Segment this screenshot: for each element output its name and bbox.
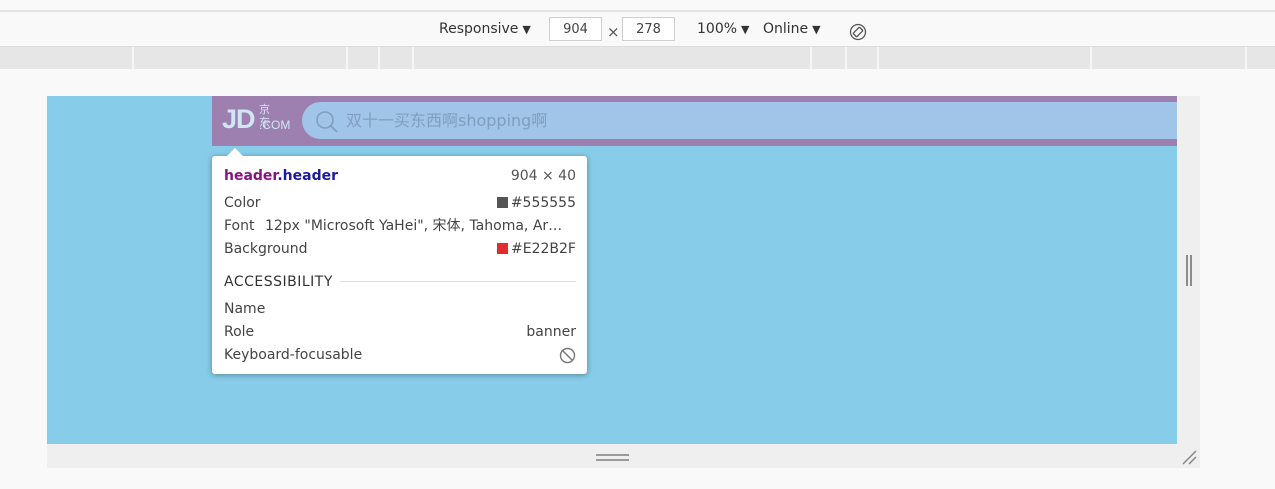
color-swatch [496, 197, 508, 208]
name-label: Name [224, 301, 266, 317]
search-bar[interactable]: 双十一买东西啊shopping啊 [302, 102, 1177, 139]
logo-jd-text: JD [222, 104, 256, 134]
zoom-select-label: 100% [697, 21, 738, 37]
tooltip-name-row: Name [224, 299, 576, 319]
resize-handle-bottom-line [596, 459, 629, 461]
color-label: Color [224, 195, 261, 211]
inspect-tooltip: header.header 904 × 40 Color #555555 Fon… [212, 148, 587, 374]
resize-corner-icon[interactable] [1181, 449, 1197, 469]
network-throttle-select[interactable]: Online ▼ [763, 12, 821, 46]
tooltip-font-row: Font 12px "Microsoft YaHei", 宋体, Tahoma,… [224, 216, 576, 236]
network-select-label: Online [763, 21, 809, 37]
color-value: #555555 [510, 195, 576, 211]
device-select[interactable]: Responsive ▼ [439, 12, 531, 46]
element-size: 904 × 40 [510, 168, 576, 184]
accessibility-divider [340, 281, 576, 282]
not-allowed-icon [559, 347, 576, 370]
tooltip-keyboard-row: Keyboard-focusable [224, 345, 576, 365]
width-input[interactable]: 904 [549, 17, 602, 41]
jd-logo[interactable]: JD 京东 .COM [222, 104, 290, 134]
resize-handle-right-line [1190, 255, 1192, 286]
device-toolbar: Responsive ▼ 904 × 278 100% ▼ Online ▼ [0, 12, 1275, 47]
background-label: Background [224, 241, 308, 257]
font-label: Font [224, 218, 255, 234]
device-select-label: Responsive [439, 21, 519, 37]
search-placeholder: 双十一买东西啊shopping啊 [346, 111, 548, 130]
selector-tag: header [224, 168, 278, 184]
background-swatch [497, 243, 509, 254]
resize-handle-right[interactable] [1186, 255, 1188, 286]
height-input[interactable]: 278 [622, 17, 675, 41]
search-icon [315, 110, 339, 138]
media-query-ruler[interactable] [0, 47, 1275, 69]
tooltip-selector-row: header.header 904 × 40 [224, 166, 576, 186]
tooltip-background-row: Background #E22B2F [224, 239, 576, 259]
chevron-down-icon: ▼ [522, 23, 531, 36]
tooltip-color-row: Color #555555 [224, 193, 576, 213]
font-value: 12px "Microsoft YaHei", 宋体, Tahoma, Ar… [264, 218, 563, 234]
selector-class: .header [277, 168, 338, 184]
tooltip-arrow [226, 148, 244, 157]
logo-com-text: .COM [259, 118, 291, 132]
background-value: #E22B2F [511, 241, 576, 257]
role-value: banner [526, 324, 576, 340]
chevron-down-icon: ▼ [741, 23, 750, 36]
resize-handle-bottom[interactable] [596, 454, 629, 456]
accessibility-heading: ACCESSIBILITY [224, 274, 333, 290]
dimension-separator: × [607, 23, 620, 41]
rotate-icon[interactable] [849, 20, 867, 41]
role-label: Role [224, 324, 255, 340]
chevron-down-icon: ▼ [812, 23, 821, 36]
zoom-select[interactable]: 100% ▼ [697, 12, 750, 46]
tooltip-role-row: Role banner [224, 322, 576, 342]
keyboard-focusable-label: Keyboard-focusable [224, 347, 363, 363]
